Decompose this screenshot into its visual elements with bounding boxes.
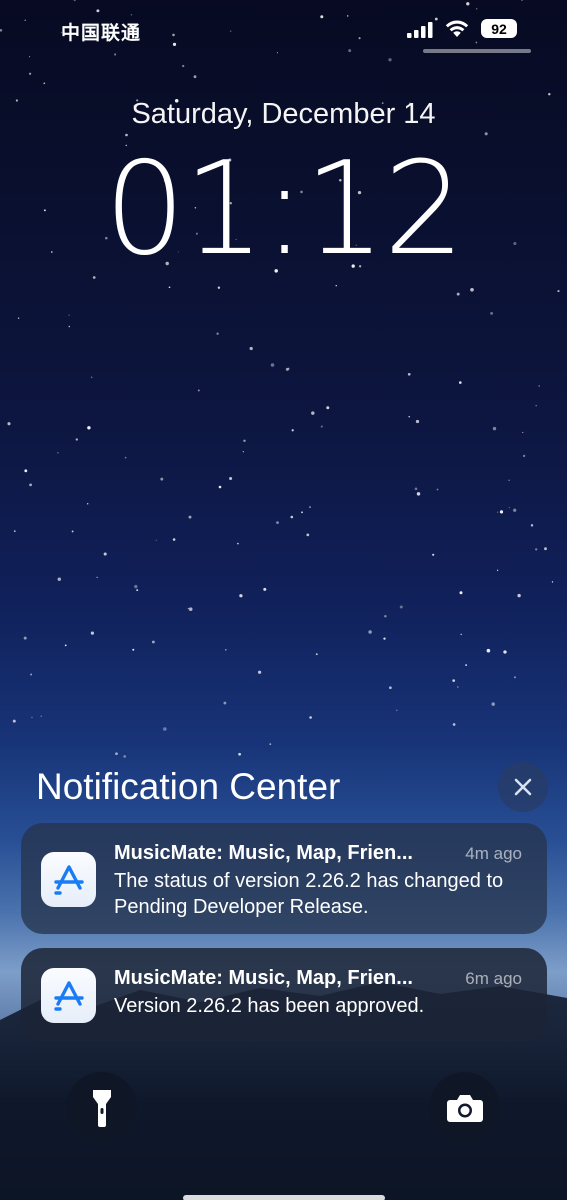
cellular-signal-icon (407, 22, 433, 38)
notification-title: MusicMate: Music, Map, Frien... (114, 967, 413, 989)
flashlight-button[interactable] (66, 1072, 137, 1143)
carrier-name: 中国联通 (61, 23, 142, 44)
notification-card[interactable]: MusicMate: Music, Map, Frien... 6m ago V… (21, 948, 547, 1042)
lock-screen-date: Saturday, December 14 (131, 98, 436, 130)
notification-body: The status of version 2.26.2 has changed… (114, 870, 504, 918)
notification-time: 4m ago (465, 844, 522, 863)
flashlight-icon (92, 1089, 111, 1127)
notification-title: MusicMate: Music, Map, Frien... (114, 842, 413, 864)
notification-body: Version 2.26.2 has been approved. (114, 995, 425, 1017)
wifi-icon (445, 20, 469, 37)
battery-indicator: 92 (481, 19, 517, 38)
home-indicator[interactable] (183, 1195, 385, 1200)
camera-button[interactable] (429, 1072, 500, 1143)
close-icon (514, 778, 532, 796)
app-store-icon (41, 852, 96, 907)
lock-screen: 中国联通 92 Saturday, December 14 01:12 Noti… (0, 0, 567, 1200)
app-store-icon (41, 968, 96, 1023)
control-center-grabber[interactable] (423, 49, 531, 53)
notification-card[interactable]: MusicMate: Music, Map, Frien... 4m ago T… (21, 823, 547, 934)
camera-icon (446, 1094, 483, 1122)
lock-screen-clock: 01:12 (104, 135, 465, 284)
notification-time: 6m ago (465, 969, 522, 988)
clear-notifications-button[interactable] (498, 762, 548, 812)
notification-center-title: Notification Center (36, 766, 341, 807)
